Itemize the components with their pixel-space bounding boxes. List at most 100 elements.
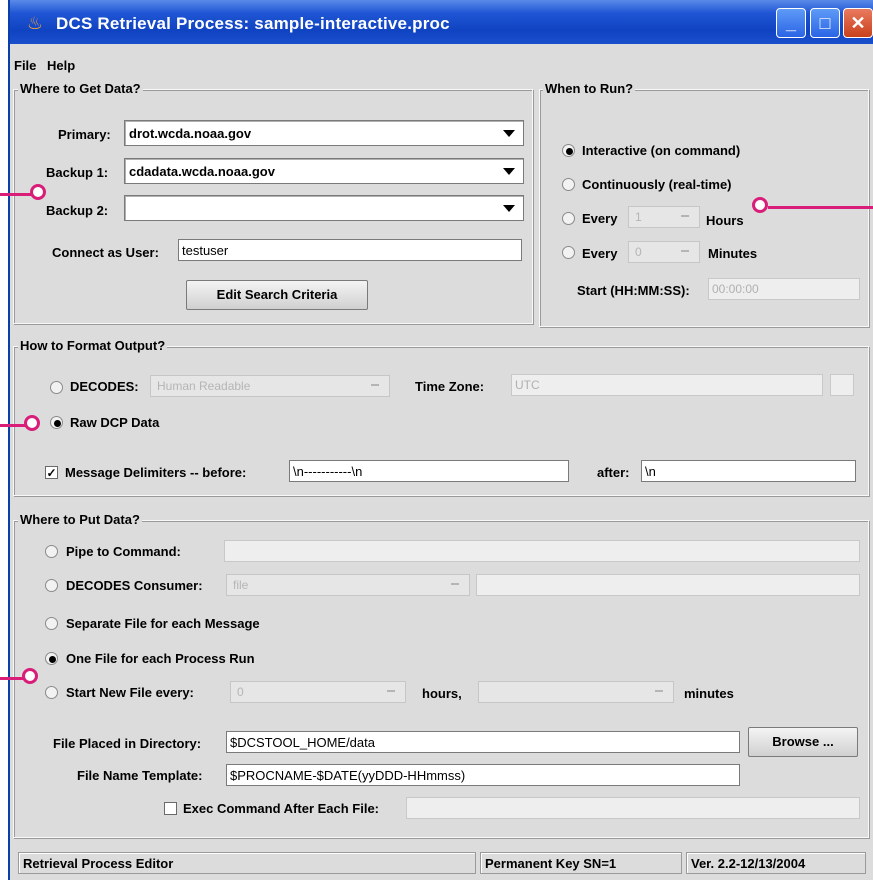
status-editor: Retrieval Process Editor (18, 852, 476, 874)
template-label: File Name Template: (77, 768, 203, 783)
primary-host-value: drot.wcda.noaa.gov (129, 126, 252, 141)
timezone-input[interactable]: UTC (511, 374, 823, 396)
separate-file-label: Separate File for each Message (66, 616, 260, 631)
pipe-command-input[interactable] (224, 540, 860, 562)
edit-search-criteria-button[interactable]: Edit Search Criteria (186, 280, 368, 310)
browse-button[interactable]: Browse ... (748, 727, 858, 757)
delimiter-after-label: after: (597, 465, 630, 480)
primary-host-select[interactable]: drot.wcda.noaa.gov (124, 120, 524, 146)
one-file-radio[interactable] (45, 652, 58, 665)
where-to-get-data-legend: Where to Get Data? (18, 81, 143, 96)
start-time-value: 00:00:00 (712, 282, 759, 296)
every-minutes-radio[interactable] (562, 246, 575, 259)
backup1-host-value: cdadata.wcda.noaa.gov (129, 164, 275, 179)
delimiter-before-value: \n-----------\n (293, 464, 363, 479)
hours-value: 1 (635, 210, 642, 224)
close-icon[interactable]: ✕ (843, 8, 873, 38)
exec-command-checkbox[interactable] (164, 802, 177, 815)
every-minutes-label: Every (582, 246, 618, 261)
decodes-label: DECODES: (70, 379, 139, 394)
start-time-label: Start (HH:MM:SS): (577, 283, 690, 298)
where-to-put-data-legend: Where to Put Data? (18, 512, 142, 527)
continuously-radio[interactable] (562, 178, 575, 191)
java-cup-icon: ♨ (26, 13, 44, 33)
menu-file[interactable]: File (14, 58, 36, 73)
where-to-put-data-group (13, 520, 869, 838)
interactive-radio[interactable] (562, 144, 575, 157)
decodes-radio[interactable] (50, 381, 63, 394)
message-delimiters-label: Message Delimiters -- before: (65, 465, 247, 480)
status-version: Ver. 2.2-12/13/2004 (686, 852, 866, 874)
template-input[interactable]: $PROCNAME-$DATE(yyDDD-HHmmss) (226, 764, 740, 786)
every-hours-radio[interactable] (562, 212, 575, 225)
chevron-down-icon (371, 384, 379, 386)
every-hours-label: Every (582, 211, 618, 226)
status-key: Permanent Key SN=1 (480, 852, 682, 874)
pipe-label: Pipe to Command: (66, 544, 181, 559)
format-output-legend: How to Format Output? (18, 338, 168, 353)
consumer-arg-input[interactable] (476, 574, 860, 596)
minutes-value: 0 (635, 245, 642, 259)
hours-select[interactable]: 1 (628, 206, 700, 228)
callout-marker (752, 197, 768, 213)
pipe-radio[interactable] (45, 545, 58, 558)
exec-command-label: Exec Command After Each File: (183, 801, 380, 816)
start-new-file-radio[interactable] (45, 686, 58, 699)
new-file-hours-label: hours, (422, 686, 462, 701)
maximize-icon[interactable]: □ (810, 8, 840, 38)
consumer-value: file (233, 578, 249, 592)
separate-file-radio[interactable] (45, 617, 58, 630)
raw-dcp-label: Raw DCP Data (70, 415, 160, 430)
timezone-value: UTC (515, 378, 540, 392)
chevron-down-icon (681, 250, 689, 252)
when-to-run-legend: When to Run? (543, 81, 636, 96)
start-time-input[interactable]: 00:00:00 (708, 278, 860, 300)
menu-help[interactable]: Help (47, 58, 75, 73)
raw-dcp-radio[interactable] (50, 416, 63, 429)
template-value: $PROCNAME-$DATE(yyDDD-HHmmss) (230, 768, 466, 783)
chevron-down-icon (503, 168, 515, 175)
backup2-label: Backup 2: (46, 203, 109, 218)
callout-line (768, 206, 873, 209)
chevron-down-icon (451, 583, 459, 585)
callout-marker (30, 184, 46, 200)
chevron-down-icon (503, 130, 515, 137)
new-file-minutes-select[interactable] (478, 681, 674, 703)
chevron-down-icon (387, 690, 395, 692)
window-title: DCS Retrieval Process: sample-interactiv… (56, 14, 450, 33)
backup2-host-select[interactable] (124, 195, 524, 221)
callout-marker (24, 415, 40, 431)
backup1-label: Backup 1: (46, 165, 109, 180)
callout-line (0, 193, 34, 196)
chevron-down-icon (503, 205, 515, 212)
chevron-down-icon (655, 690, 663, 692)
new-file-minutes-label: minutes (684, 686, 734, 701)
timezone-dropdown-button[interactable] (830, 374, 854, 396)
chevron-down-icon (681, 215, 689, 217)
new-file-hours-value: 0 (237, 685, 244, 699)
delimiter-before-input[interactable]: \n-----------\n (289, 460, 569, 482)
decodes-format-value: Human Readable (157, 379, 251, 393)
decodes-format-select[interactable]: Human Readable (150, 375, 390, 397)
interactive-label: Interactive (on command) (582, 143, 741, 158)
connect-user-label: Connect as User: (52, 245, 159, 260)
primary-label: Primary: (58, 127, 111, 142)
hours-label: Hours (706, 213, 744, 228)
one-file-label: One File for each Process Run (66, 651, 255, 666)
minutes-select[interactable]: 0 (628, 241, 700, 263)
minimize-icon[interactable]: _ (776, 8, 806, 38)
exec-command-input[interactable] (406, 797, 860, 819)
minutes-label: Minutes (708, 246, 758, 261)
directory-value: $DCSTOOL_HOME/data (230, 735, 375, 750)
backup1-host-select[interactable]: cdadata.wcda.noaa.gov (124, 158, 524, 184)
new-file-hours-select[interactable]: 0 (230, 681, 406, 703)
consumer-select[interactable]: file (226, 574, 470, 596)
delimiter-after-value: \n (645, 464, 656, 479)
continuously-label: Continuously (real-time) (582, 177, 732, 192)
consumer-radio[interactable] (45, 579, 58, 592)
directory-input[interactable]: $DCSTOOL_HOME/data (226, 731, 740, 753)
connect-user-input[interactable]: testuser (178, 239, 522, 261)
delimiter-after-input[interactable]: \n (641, 460, 856, 482)
message-delimiters-checkbox[interactable]: ✓ (45, 466, 58, 479)
start-new-file-label: Start New File every: (66, 685, 194, 700)
